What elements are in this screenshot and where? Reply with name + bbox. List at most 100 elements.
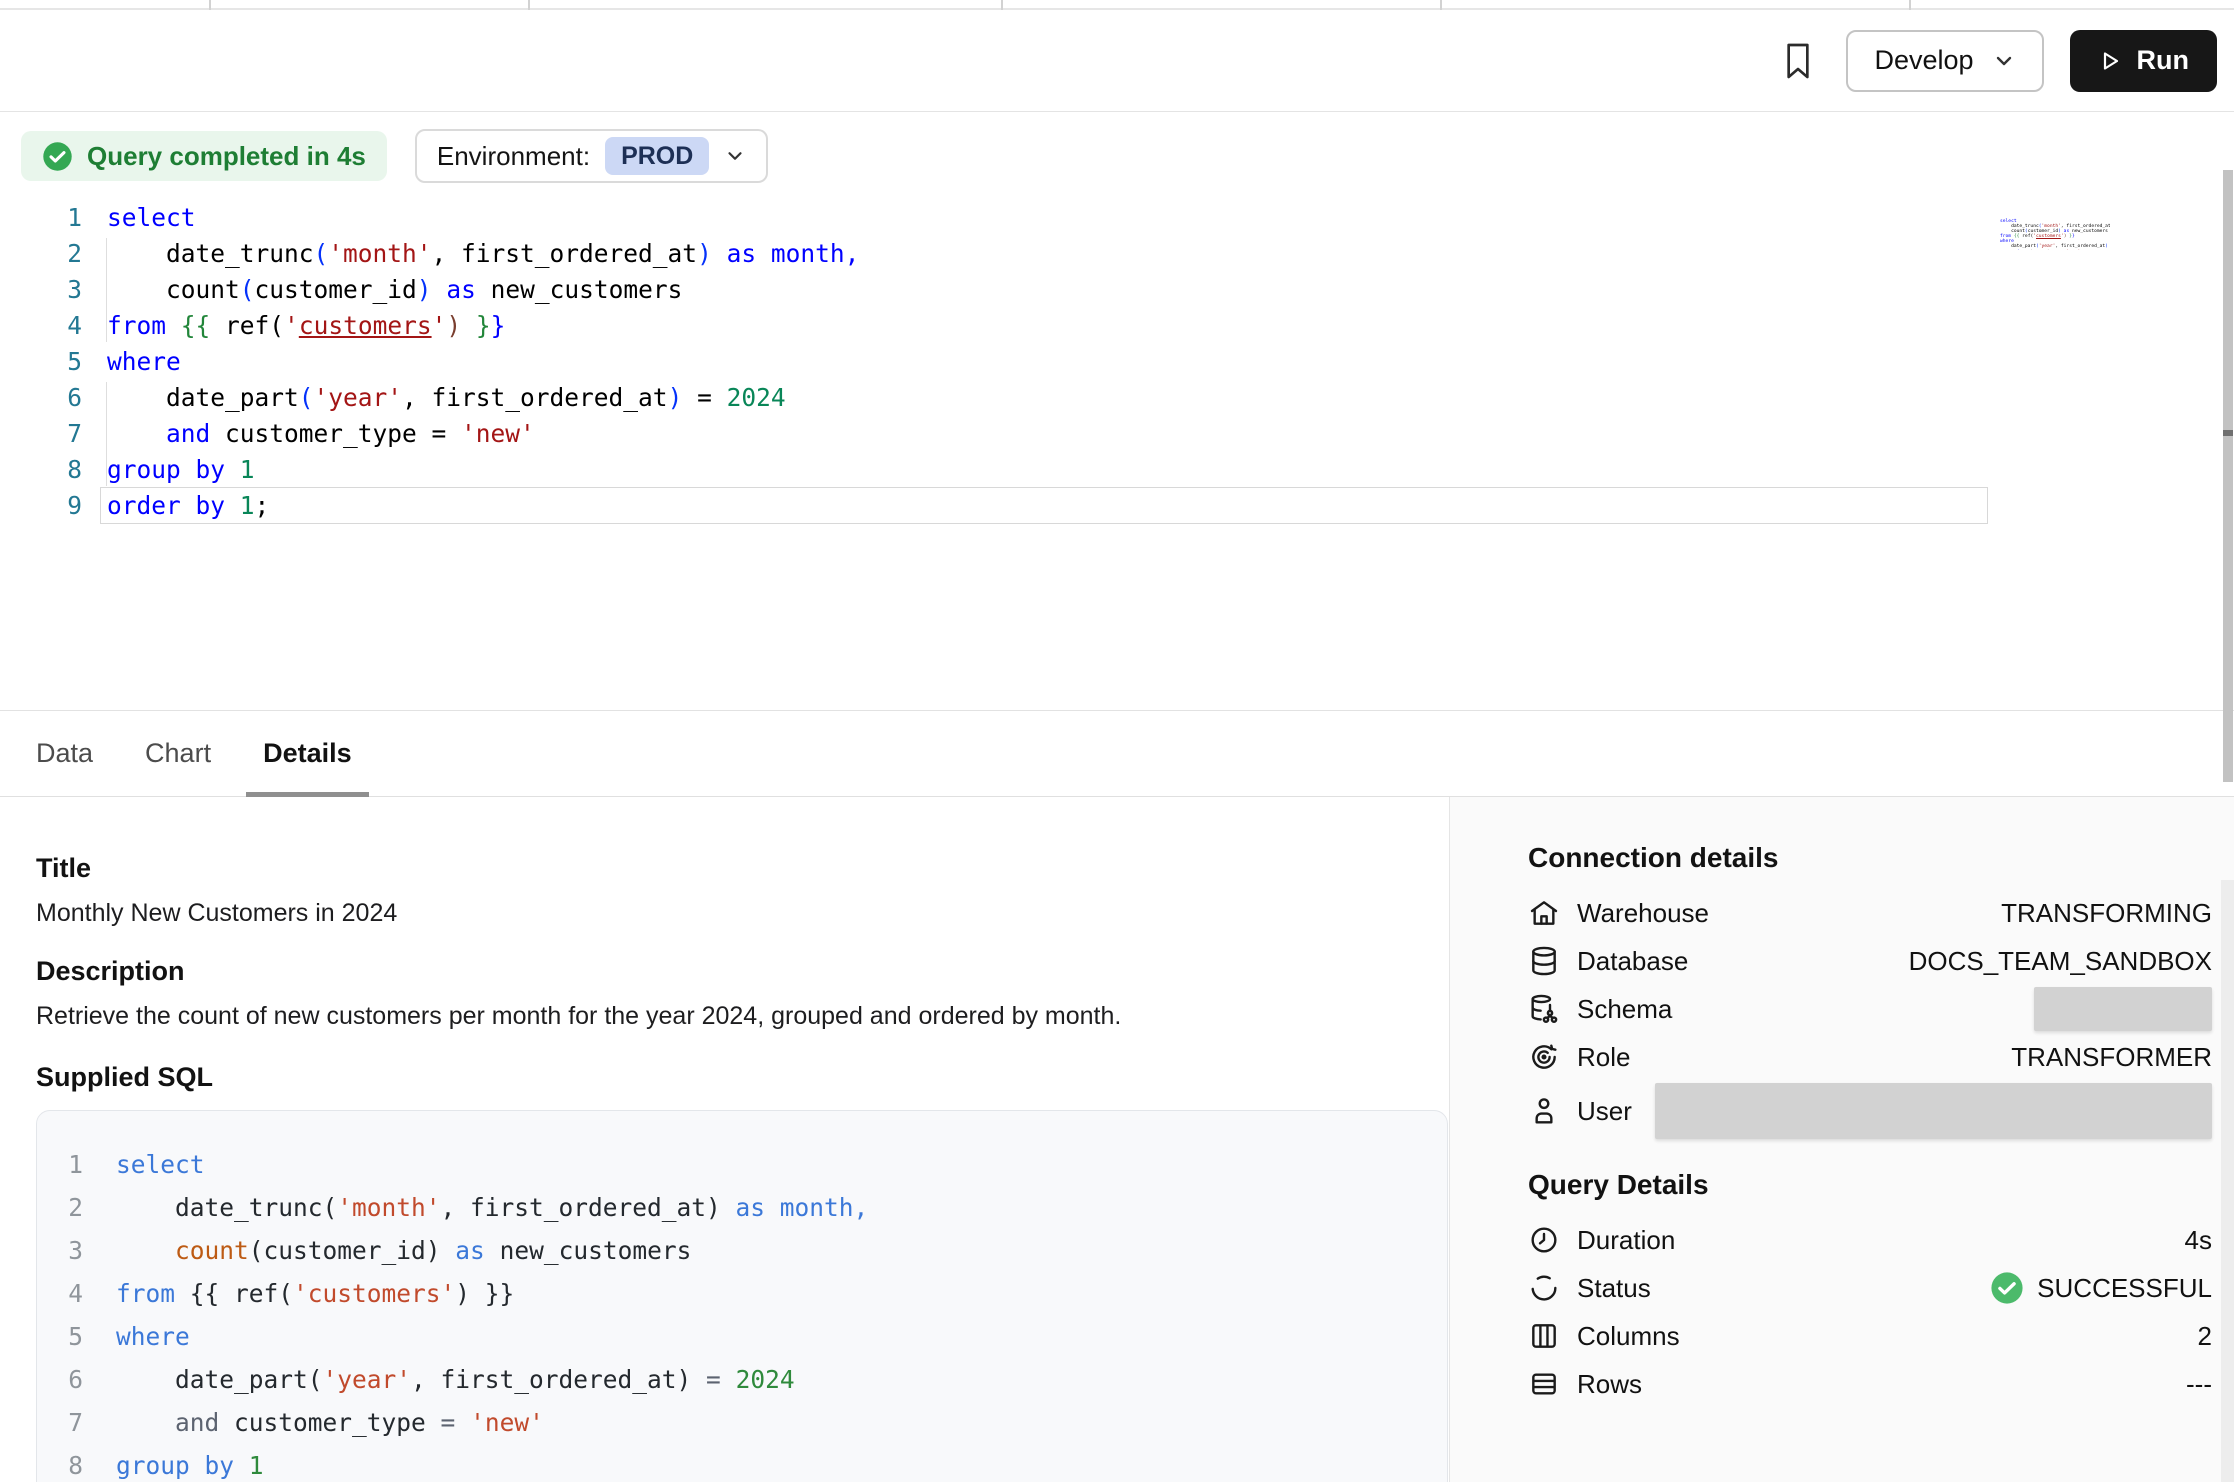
editor-code[interactable]: 1select2 date_trunc('month', first_order…: [0, 200, 2234, 524]
redacted-value: [1655, 1083, 2212, 1139]
row-schema: Schema: [1528, 985, 2212, 1033]
editor-minimap[interactable]: 1select2 date_trunc('month', first_order…: [2000, 204, 2110, 250]
header-bar: Develop Run: [0, 10, 2234, 112]
row-label: Schema: [1577, 994, 1672, 1025]
scrollbar-marker: [2223, 430, 2233, 436]
row-label: Role: [1577, 1042, 1630, 1073]
line-number: 1: [0, 200, 82, 236]
supplied-sql-code: 1select2 date_trunc('month', first_order…: [36, 1110, 1448, 1482]
code-line: 1select: [47, 1143, 1447, 1186]
code-line: 3 count(customer_id) as new_customers: [0, 272, 2234, 308]
ref-customers-link[interactable]: customers: [299, 311, 432, 340]
tab-divider: [528, 0, 530, 10]
row-label: Status: [1577, 1273, 1651, 1304]
bookmark-icon: [1782, 42, 1814, 80]
line-number: 4: [0, 308, 82, 344]
status-text: SUCCESSFUL: [2037, 1273, 2212, 1304]
role-target-icon: [1528, 1041, 1560, 1073]
run-label: Run: [2137, 45, 2189, 76]
success-check-icon: [42, 141, 73, 172]
row-duration: Duration 4s: [1528, 1216, 2212, 1264]
sql-editor[interactable]: 1select2 date_trunc('month', first_order…: [0, 200, 2234, 710]
line-number: 8: [0, 452, 82, 488]
app-window: Develop Run Query: [0, 0, 2234, 1482]
line-number: 4: [47, 1272, 83, 1315]
row-value: 4s: [2185, 1225, 2212, 1256]
line-number: 5: [0, 344, 82, 380]
line-number: 8: [47, 1444, 83, 1482]
row-value: TRANSFORMER: [2011, 1042, 2212, 1073]
tab-divider: [209, 0, 211, 10]
tab-divider: [1440, 0, 1442, 10]
rows-icon: [1528, 1368, 1560, 1400]
line-number: 2: [47, 1186, 83, 1229]
develop-dropdown[interactable]: Develop: [1846, 30, 2043, 92]
line-number: 7: [47, 1401, 83, 1444]
description-heading: Description: [36, 954, 1449, 988]
status-spinner-icon: [1528, 1272, 1560, 1304]
develop-label: Develop: [1874, 45, 1973, 76]
title-value: Monthly New Customers in 2024: [36, 897, 1449, 929]
query-status-text: Query completed in 4s: [87, 141, 366, 172]
line-number: 6: [47, 1358, 83, 1401]
code-line: 8group by 1: [0, 452, 2234, 488]
redacted-value: [2034, 987, 2212, 1031]
code-line: 4from {{ ref('customers') }}: [0, 308, 2234, 344]
current-line-highlight: [100, 487, 1988, 524]
code-line: 4from {{ ref('customers') }}: [47, 1272, 1447, 1315]
query-details-heading: Query Details: [1528, 1168, 2212, 1202]
code-line: 2 date_trunc('month', first_ordered_at) …: [0, 236, 2234, 272]
connection-details-heading: Connection details: [1528, 841, 2212, 875]
line-number: 3: [47, 1229, 83, 1272]
row-label: Rows: [1577, 1369, 1642, 1400]
row-rows: Rows ---: [1528, 1360, 2212, 1408]
query-status-pill: Query completed in 4s: [21, 131, 387, 181]
row-status: Status SUCCESSFUL: [1528, 1264, 2212, 1312]
columns-icon: [1528, 1320, 1560, 1352]
run-button[interactable]: Run: [2070, 30, 2217, 92]
code-line: 6 date_part('year', first_ordered_at) = …: [47, 1358, 1447, 1401]
connection-details-panel: Connection details Warehouse TRANSFORMIN…: [1449, 797, 2234, 1482]
scrollbar[interactable]: [2223, 170, 2233, 782]
indent-guide: [106, 238, 107, 342]
row-label: User: [1577, 1096, 1632, 1127]
tab-details[interactable]: Details: [263, 711, 352, 796]
row-label: Warehouse: [1577, 898, 1709, 929]
code-line: 2 date_trunc('month', first_ordered_at) …: [47, 1186, 1447, 1229]
play-icon: [2098, 49, 2122, 73]
duration-clock-icon: [1528, 1224, 1560, 1256]
line-number: 6: [0, 380, 82, 416]
line-number: 3: [0, 272, 82, 308]
environment-value-badge: PROD: [605, 137, 709, 175]
line-number: 9: [0, 488, 82, 524]
code-line: 1select: [0, 200, 2234, 236]
code-line: 5where: [47, 1315, 1447, 1358]
tab-data[interactable]: Data: [36, 711, 93, 796]
row-role: Role TRANSFORMER: [1528, 1033, 2212, 1081]
code-line: 7 and customer_type = 'new': [0, 416, 2234, 452]
row-warehouse: Warehouse TRANSFORMING: [1528, 889, 2212, 937]
chevron-down-icon: [724, 145, 746, 167]
details-panel: Title Monthly New Customers in 2024 Desc…: [0, 797, 2234, 1482]
line-number: 5: [47, 1315, 83, 1358]
scrollbar-track: [2221, 880, 2234, 1482]
tab-chart[interactable]: Chart: [145, 711, 211, 796]
title-heading: Title: [36, 851, 1449, 885]
row-value: ---: [2186, 1369, 2212, 1400]
tab-divider: [1909, 0, 1911, 10]
row-value: DOCS_TEAM_SANDBOX: [1909, 946, 2212, 977]
row-label: Database: [1577, 946, 1688, 977]
row-columns: Columns 2: [1528, 1312, 2212, 1360]
row-label: Duration: [1577, 1225, 1675, 1256]
row-value: 2: [2198, 1321, 2212, 1352]
description-value: Retrieve the count of new customers per …: [36, 1000, 1449, 1032]
environment-selector[interactable]: Environment: PROD: [415, 129, 768, 183]
line-number: 7: [0, 416, 82, 452]
code-line: 3 count(customer_id) as new_customers: [47, 1229, 1447, 1272]
code-line: 7 and customer_type = 'new': [47, 1401, 1447, 1444]
chevron-down-icon: [1992, 49, 2016, 73]
row-label: Columns: [1577, 1321, 1680, 1352]
line-number: 1: [47, 1143, 83, 1186]
bookmark-button[interactable]: [1776, 39, 1820, 83]
warehouse-icon: [1528, 897, 1560, 929]
